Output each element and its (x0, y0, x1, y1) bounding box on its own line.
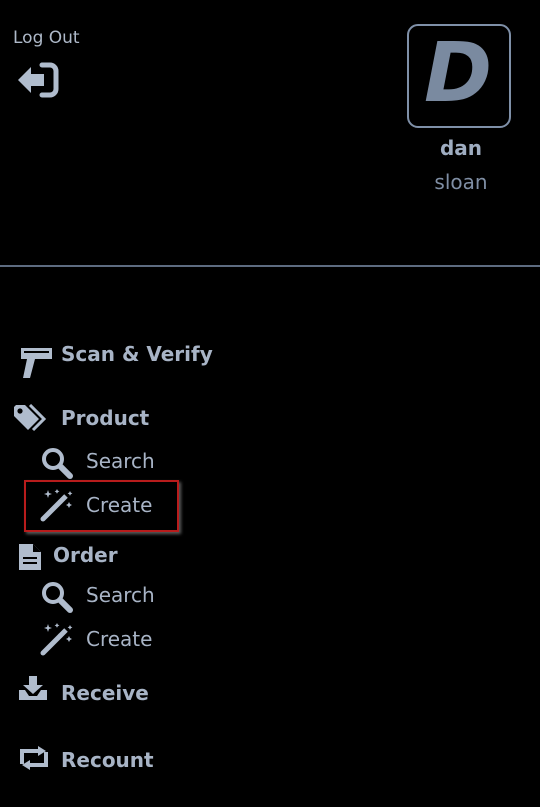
user-last-name: sloan (434, 170, 488, 194)
nav-product-search[interactable]: Search (86, 449, 155, 473)
selection-highlight (24, 480, 179, 532)
search-icon[interactable] (41, 447, 73, 483)
user-first-name: dan (439, 136, 483, 160)
tags-icon[interactable] (13, 403, 49, 438)
nav-receive[interactable]: Receive (61, 681, 149, 705)
logout-label[interactable]: Log Out (13, 28, 80, 48)
file-icon[interactable] (18, 543, 42, 575)
nav-order-search[interactable]: Search (86, 583, 155, 607)
nav-product[interactable]: Product (61, 406, 149, 430)
retweet-icon[interactable] (18, 746, 50, 774)
nav-order[interactable]: Order (53, 543, 118, 567)
nav-recount[interactable]: Recount (61, 748, 154, 772)
inbox-download-icon[interactable] (18, 675, 48, 705)
nav-scan-verify[interactable]: Scan & Verify (61, 342, 213, 366)
sign-out-icon[interactable] (16, 62, 60, 98)
barcode-scanner-icon[interactable] (18, 346, 54, 384)
nav-order-create[interactable]: Create (86, 627, 152, 651)
avatar-letter: D (423, 26, 493, 121)
magic-wand-icon[interactable] (40, 622, 74, 660)
avatar[interactable]: D (407, 24, 511, 128)
search-icon[interactable] (41, 581, 73, 617)
header-divider (0, 265, 540, 267)
